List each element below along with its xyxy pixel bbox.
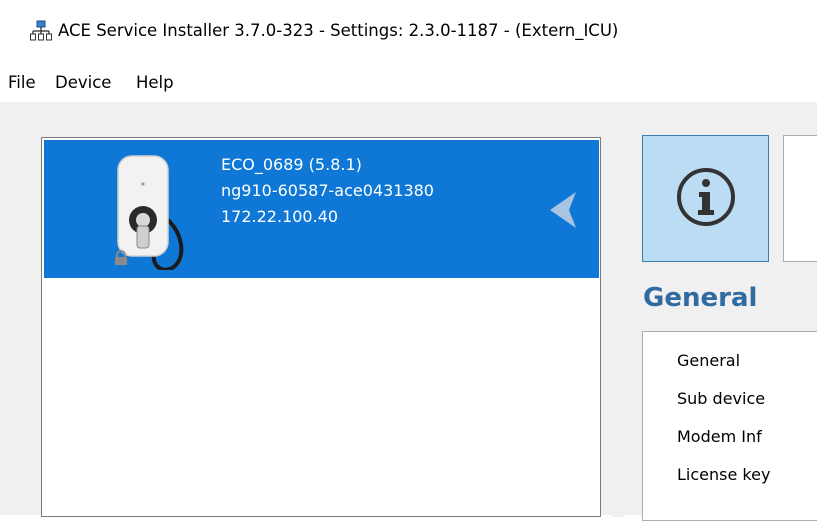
panel-splitter[interactable] (612, 137, 624, 517)
device-name-version: ECO_0689 (5.8.1) (221, 155, 362, 174)
second-tile-button[interactable] (783, 135, 817, 262)
title-bar: ACE Service Installer 3.7.0-323 - Settin… (0, 0, 817, 62)
menu-file[interactable]: File (8, 72, 36, 94)
network-tree-icon (30, 20, 52, 41)
info-tile-button[interactable] (642, 135, 769, 262)
content-area: ECO_0689 (5.8.1) ng910-60587-ace0431380 … (0, 102, 817, 521)
nav-item-general[interactable]: General (677, 350, 740, 372)
nav-item-license-key[interactable]: License key (677, 464, 770, 486)
settings-nav-list: General Sub device Modem Inf License key (642, 331, 817, 521)
device-serial: ng910-60587-ace0431380 (221, 181, 434, 200)
lock-icon (115, 250, 127, 265)
device-info: ECO_0689 (5.8.1) ng910-60587-ace0431380 … (221, 152, 434, 230)
menu-help[interactable]: Help (136, 72, 174, 94)
info-icon (677, 168, 735, 226)
nav-item-modem-info[interactable]: Modem Inf (677, 426, 762, 448)
collapse-arrow-icon[interactable] (550, 192, 576, 228)
nav-item-sub-device[interactable]: Sub device (677, 388, 765, 410)
menu-bar: File Device Help (0, 62, 817, 102)
menu-device[interactable]: Device (55, 72, 111, 94)
device-list-item[interactable]: ECO_0689 (5.8.1) ng910-60587-ace0431380 … (44, 140, 599, 278)
device-ip: 172.22.100.40 (221, 207, 339, 226)
device-list-panel: ECO_0689 (5.8.1) ng910-60587-ace0431380 … (41, 137, 601, 517)
section-heading: General (643, 283, 758, 313)
window-title: ACE Service Installer 3.7.0-323 - Settin… (58, 21, 619, 40)
